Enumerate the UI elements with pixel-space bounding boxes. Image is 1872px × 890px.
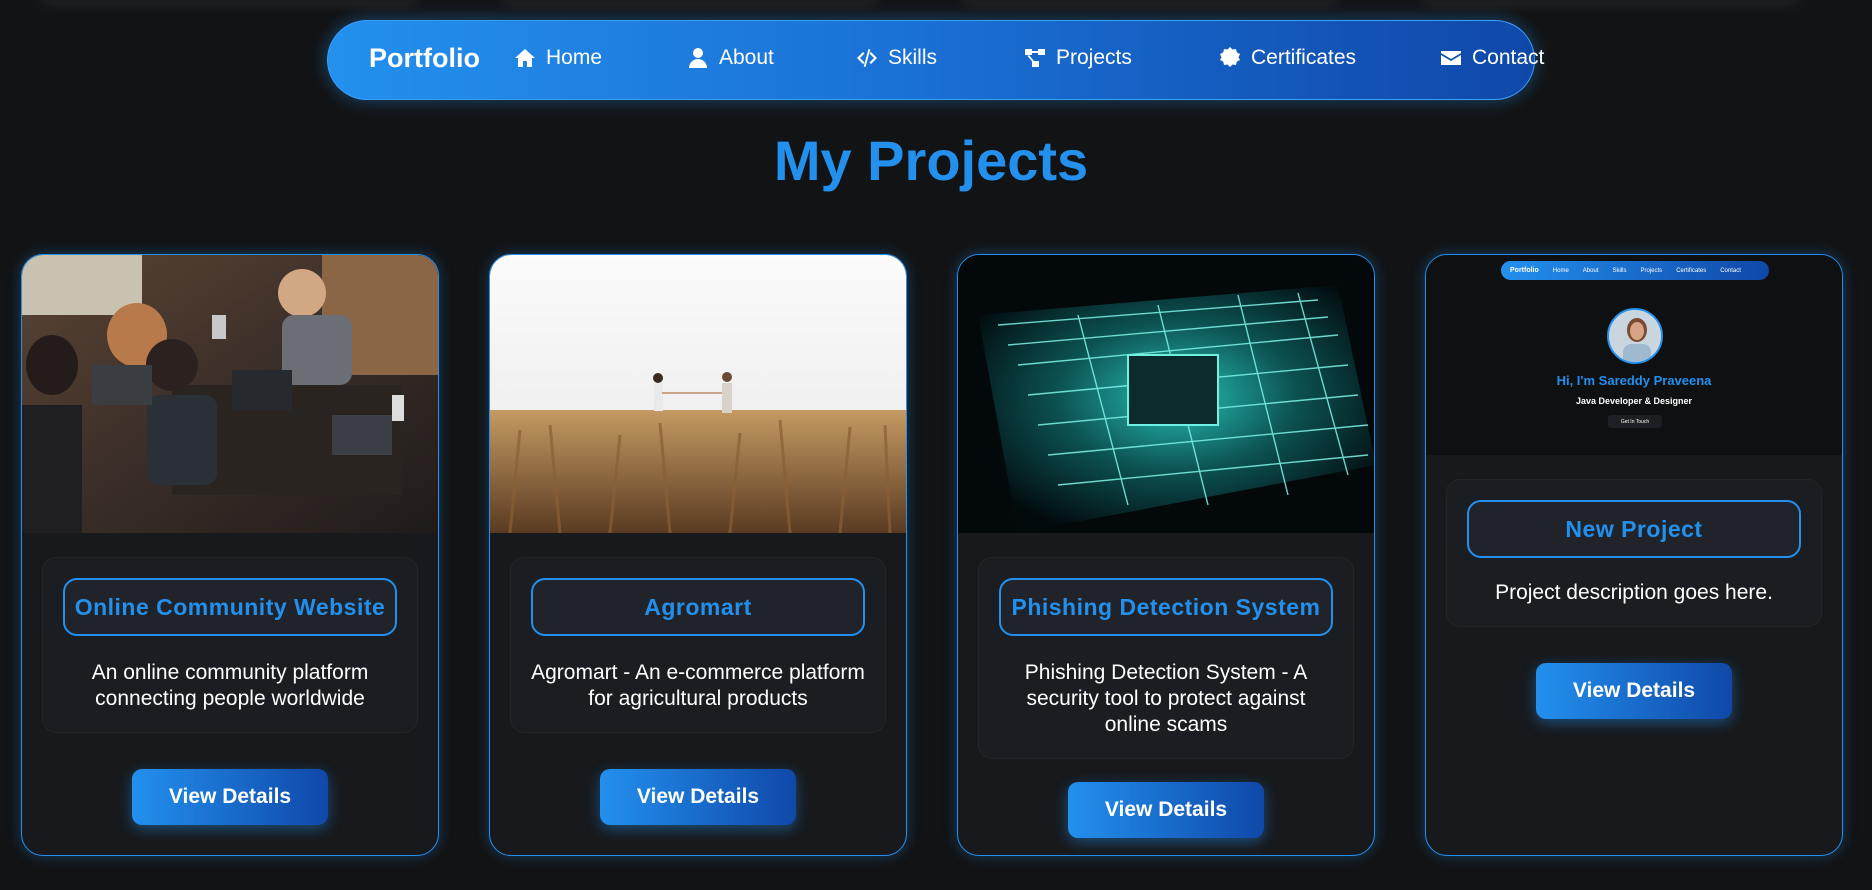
nav-item-home[interactable]: Home [512,45,602,71]
navbar: Portfolio Home About Skills Projects Cer… [327,20,1544,100]
project-description: Project description goes here. [1495,581,1773,604]
view-details-button[interactable]: View Details [1536,663,1732,719]
certificate-icon [1217,45,1243,71]
nav-item-certificates[interactable]: Certificates [1217,45,1356,71]
nav-item-about[interactable]: About [685,45,774,71]
nav-label: Projects [1056,46,1132,69]
preview-nav-item: Projects [1640,267,1663,274]
project-description: Agromart - An e-commerce platform for ag… [531,661,865,710]
preview-navbar: Portfolio Home About Skills Projects Cer… [1501,261,1769,280]
preview-brand: Portfolio [1510,267,1539,274]
card-body: Phishing Detection System Phishing Detec… [978,557,1354,759]
preview-nav-item: Contact [1720,267,1741,274]
project-diagram-icon [1022,45,1048,71]
project-card: Online Community Website An online commu… [21,254,439,856]
project-card: Phishing Detection System Phishing Detec… [957,254,1375,856]
project-card: Portfolio Home About Skills Projects Cer… [1425,254,1843,856]
card-body: Agromart Agromart - An e-commerce platfo… [510,557,886,733]
preview-nav-item: Skills [1612,267,1627,274]
page-title: My Projects [773,129,1089,192]
view-details-button[interactable]: View Details [1068,782,1264,838]
team-working-on-laptops-photo [22,255,438,533]
project-title: Phishing Detection System [999,578,1333,636]
envelope-icon [1438,45,1464,71]
preview-nav-item: Certificates [1676,267,1707,274]
project-description: Phishing Detection System - A security t… [1024,661,1308,736]
nav-label: Home [546,46,603,69]
top-edge-shadows [0,0,1872,4]
nav-label: About [719,46,774,69]
preview-role: Java Developer & Designer [1575,396,1693,406]
preview-nav-item: Home [1552,267,1569,274]
nav-item-skills[interactable]: Skills [854,45,937,71]
view-details-button[interactable]: View Details [132,769,328,825]
nav-label: Certificates [1251,46,1357,69]
project-card: Agromart Agromart - An e-commerce platfo… [489,254,907,856]
preview-nav-item: About [1582,267,1599,274]
wheat-field-handshake-photo [490,255,906,533]
project-title: Online Community Website [63,578,397,636]
preview-greeting: Hi, I'm Sareddy Praveena [1556,373,1712,388]
portfolio-screenshot-preview: Portfolio Home About Skills Projects Cer… [1426,255,1842,455]
project-description: An online community platform connecting … [91,661,369,710]
preview-cta: Get In Touch [1608,415,1662,428]
home-icon [512,45,538,71]
card-body: New Project Project description goes her… [1446,479,1822,627]
card-body: Online Community Website An online commu… [42,557,418,733]
nav-item-projects[interactable]: Projects [1022,45,1132,71]
nav-label: Contact [1472,46,1545,69]
code-icon [854,45,880,71]
circuit-board-photo [958,255,1374,533]
preview-avatar [1607,308,1663,364]
project-title: Agromart [531,578,865,636]
view-details-button[interactable]: View Details [600,769,796,825]
brand-logo[interactable]: Portfolio [369,43,480,74]
nav-item-contact[interactable]: Contact [1438,45,1544,71]
project-title: New Project [1467,500,1801,558]
user-icon [685,45,711,71]
nav-label: Skills [888,46,938,69]
